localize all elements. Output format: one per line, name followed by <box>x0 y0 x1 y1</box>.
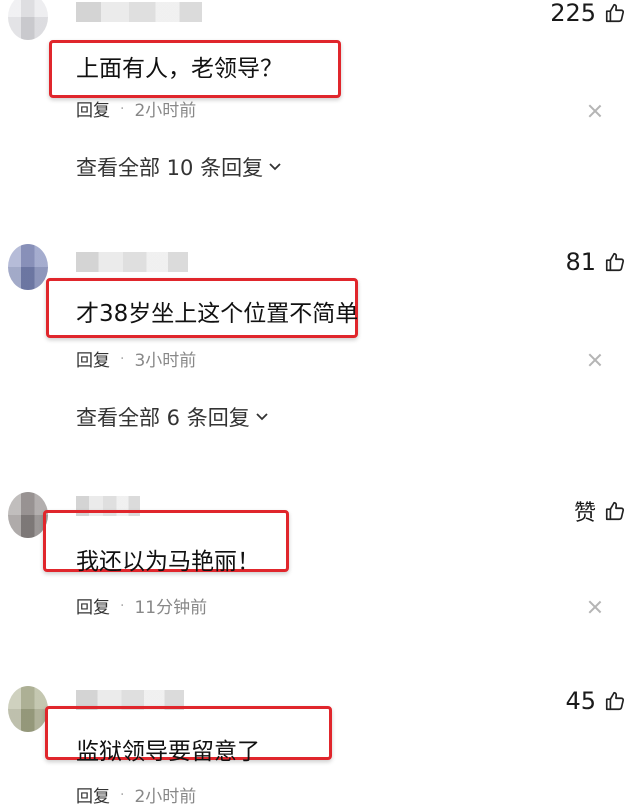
thumbs-up-icon <box>605 691 625 711</box>
close-icon[interactable] <box>588 600 602 614</box>
like-button[interactable]: 225 <box>550 0 626 28</box>
avatar[interactable] <box>8 492 48 538</box>
chevron-down-icon <box>269 163 281 171</box>
separator-dot: · <box>120 786 125 803</box>
reply-button[interactable]: 回复 <box>76 593 110 618</box>
expand-replies-link[interactable]: 查看全部 10 条回复 <box>76 152 281 182</box>
like-count: 81 <box>565 248 596 276</box>
thumbs-up-icon <box>605 501 625 521</box>
comment-text: 上面有人，老领导？ <box>76 56 283 82</box>
reply-button[interactable]: 回复 <box>76 96 110 121</box>
like-count: 45 <box>565 687 596 715</box>
avatar[interactable] <box>8 244 48 290</box>
blurred-username[interactable] <box>76 2 202 22</box>
expand-replies-link[interactable]: 查看全部 6 条回复 <box>76 402 268 432</box>
comment-item-2: 81 才38岁坐上这个位置不简单 回复 · 3小时前 查看全部 6 条回复 <box>0 240 640 490</box>
expand-replies-label: 查看全部 10 条回复 <box>76 156 264 180</box>
timestamp: 3小时前 <box>134 351 197 371</box>
thumbs-up-icon <box>605 252 625 272</box>
comment-item-4: 45 监狱领导要留意了 回复 · 2小时前 <box>0 680 640 807</box>
comment-item-1: 225 上面有人，老领导？ 回复 · 2小时前 查看全部 10 条回复 <box>0 0 640 250</box>
avatar[interactable] <box>8 686 48 732</box>
reply-button[interactable]: 回复 <box>76 782 110 807</box>
like-button[interactable]: 赞 <box>574 496 626 526</box>
like-button[interactable]: 81 <box>565 247 626 277</box>
separator-dot: · <box>120 100 125 117</box>
chevron-down-icon <box>256 413 268 421</box>
thumbs-up-icon <box>605 3 625 23</box>
comment-meta: 回复 · 3小时前 <box>76 346 197 372</box>
reply-button[interactable]: 回复 <box>76 346 110 371</box>
timestamp: 2小时前 <box>134 787 197 807</box>
separator-dot: · <box>120 350 125 367</box>
separator-dot: · <box>120 597 125 614</box>
comment-meta: 回复 · 2小时前 <box>76 96 197 122</box>
expand-replies-label: 查看全部 6 条回复 <box>76 406 250 430</box>
like-count: 赞 <box>573 501 596 526</box>
close-icon[interactable] <box>588 104 602 118</box>
close-icon[interactable] <box>588 353 602 367</box>
blurred-username[interactable] <box>76 252 188 272</box>
comment-text: 监狱领导要留意了 <box>76 739 260 765</box>
comment-meta: 回复 · 2小时前 <box>76 782 196 807</box>
like-count: 225 <box>550 0 596 27</box>
comment-text: 才38岁坐上这个位置不简单 <box>76 301 359 327</box>
comment-meta: 回复 · 11分钟前 <box>76 593 208 619</box>
avatar[interactable] <box>8 0 48 40</box>
timestamp: 2小时前 <box>134 101 197 121</box>
timestamp: 11分钟前 <box>134 598 208 618</box>
like-button[interactable]: 45 <box>565 686 626 716</box>
comment-text: 我还以为马艳丽！ <box>76 549 260 575</box>
